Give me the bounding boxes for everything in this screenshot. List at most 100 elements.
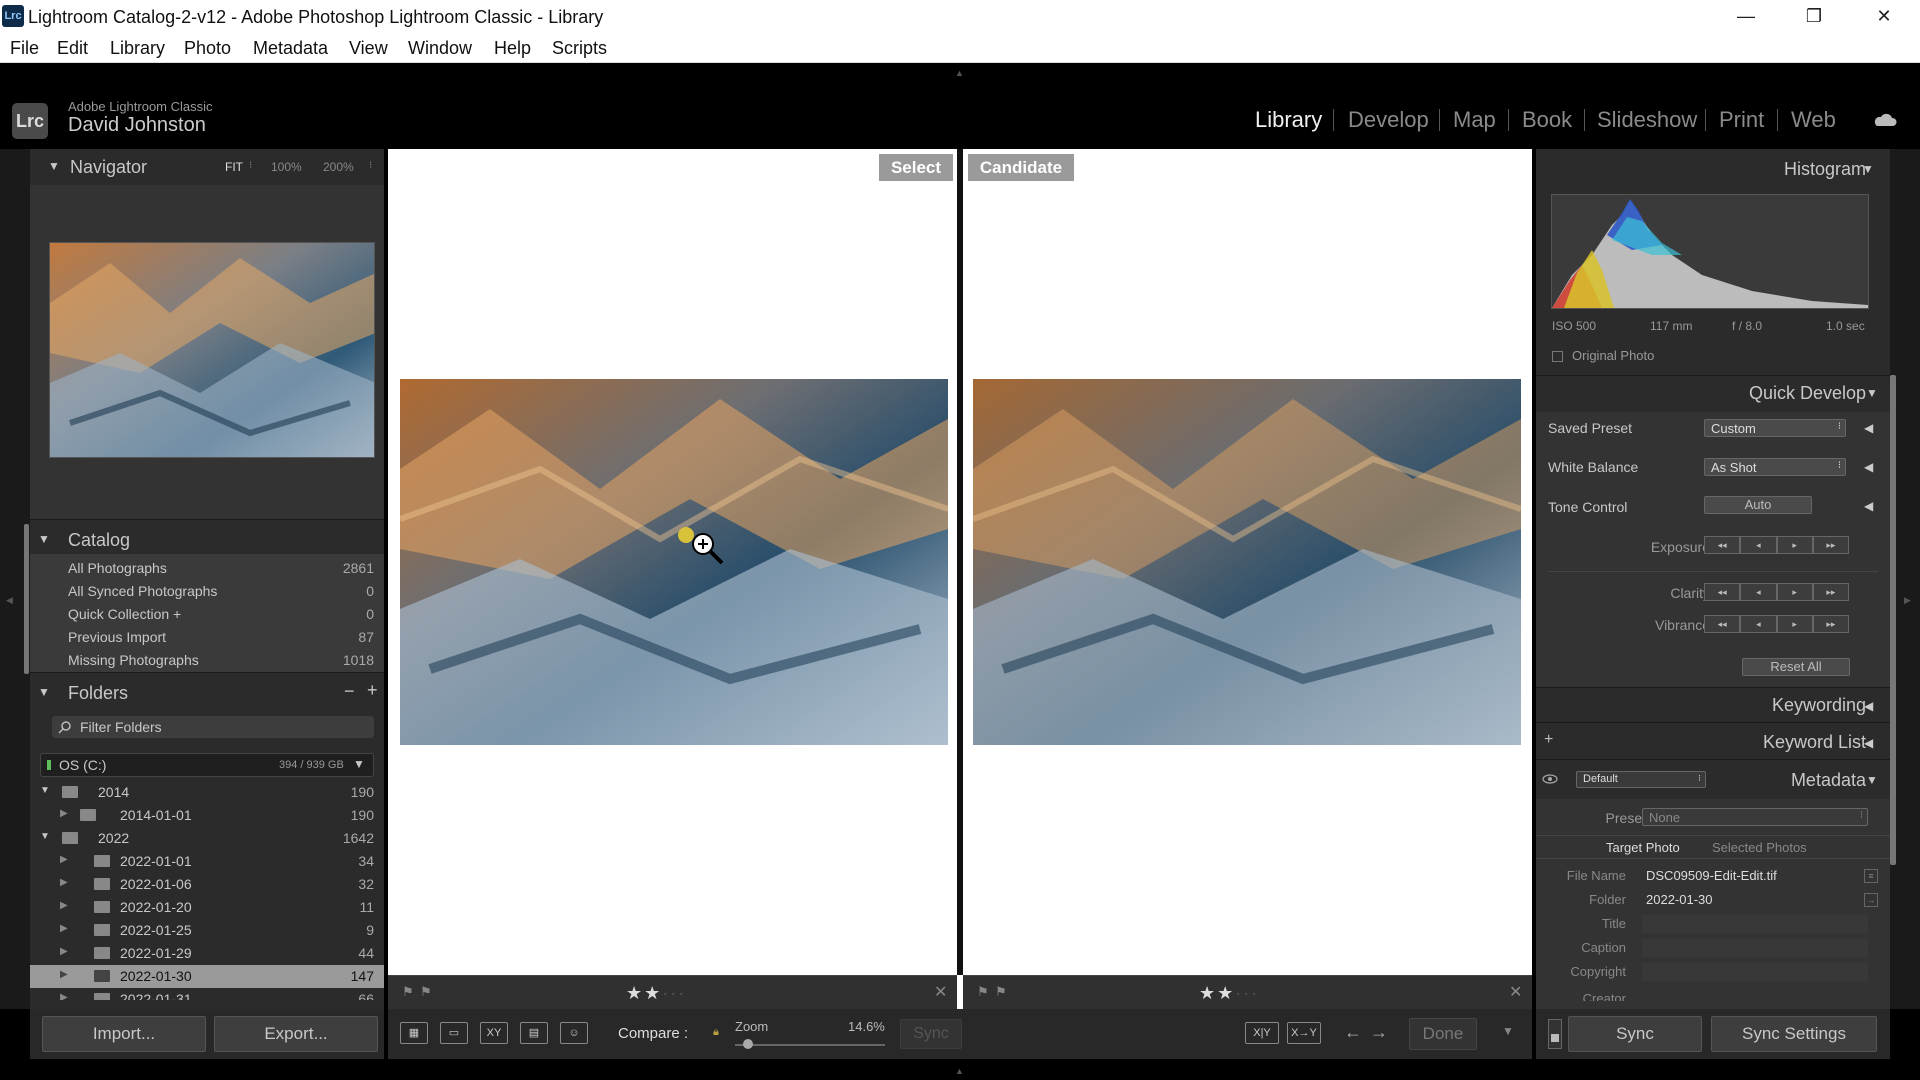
- folder-action-icon[interactable]: →: [1864, 893, 1878, 907]
- volume-menu-icon[interactable]: ▼: [353, 757, 365, 771]
- done-button[interactable]: Done: [1409, 1018, 1477, 1050]
- cloud-icon[interactable]: [1873, 111, 1897, 127]
- histogram-graph[interactable]: [1551, 194, 1869, 309]
- menu-metadata[interactable]: Metadata: [253, 38, 328, 59]
- menu-view[interactable]: View: [349, 38, 388, 59]
- white-balance-dropdown[interactable]: As Shot ⁝: [1704, 458, 1846, 476]
- flag-icon[interactable]: ⚑: [977, 984, 989, 1000]
- caption-field[interactable]: [1642, 939, 1868, 957]
- saved-preset-expand-icon[interactable]: ◀: [1864, 421, 1873, 435]
- filmstrip-toggle-icon[interactable]: ▲: [955, 1066, 964, 1076]
- eye-icon[interactable]: [1542, 773, 1558, 785]
- saved-preset-dropdown[interactable]: Custom ⁝: [1704, 419, 1846, 437]
- sync-settings-button[interactable]: Sync Settings: [1711, 1016, 1877, 1052]
- auto-sync-toggle[interactable]: [1548, 1019, 1562, 1049]
- navigator-header[interactable]: ▼ Navigator FIT ⁝ 100% 200% ⁝: [30, 149, 384, 185]
- tab-selected-photos[interactable]: Selected Photos: [1712, 840, 1807, 855]
- menu-library[interactable]: Library: [110, 38, 165, 59]
- maximize-button[interactable]: ❐: [1780, 0, 1848, 34]
- add-folder-icon[interactable]: +: [367, 680, 378, 701]
- reject-flag-icon[interactable]: ⚑: [995, 984, 1007, 1000]
- quick-develop-title[interactable]: Quick Develop: [1749, 383, 1866, 404]
- module-map[interactable]: Map: [1453, 107, 1496, 133]
- filter-folders-input[interactable]: Filter Folders: [52, 716, 374, 738]
- metadata-view-dropdown[interactable]: Default ⁝: [1576, 771, 1706, 788]
- module-develop[interactable]: Develop: [1348, 107, 1429, 133]
- zoom-fit[interactable]: FIT: [225, 160, 243, 174]
- menu-edit[interactable]: Edit: [57, 38, 88, 59]
- module-web[interactable]: Web: [1791, 107, 1836, 133]
- menu-help[interactable]: Help: [494, 38, 531, 59]
- folder-row[interactable]: ▶ 2022-01-20 11: [30, 896, 384, 919]
- quick-develop-collapse-icon[interactable]: ▼: [1866, 386, 1878, 400]
- copyright-field[interactable]: [1642, 963, 1868, 981]
- grid-view-icon[interactable]: ▦: [400, 1022, 428, 1044]
- folders-header[interactable]: ▼ Folders − +: [30, 672, 384, 708]
- remove-folder-icon[interactable]: −: [344, 681, 355, 702]
- compare-view-icon[interactable]: XY: [480, 1022, 508, 1044]
- add-keyword-icon[interactable]: +: [1544, 731, 1553, 749]
- auto-tone-button[interactable]: Auto: [1704, 496, 1812, 514]
- reset-all-button[interactable]: Reset All: [1742, 658, 1850, 676]
- top-panel-toggle-icon[interactable]: ▲: [955, 68, 964, 78]
- file-name-action-icon[interactable]: ≡: [1864, 869, 1878, 883]
- folder-row[interactable]: ▶ 2014-01-01 190: [30, 804, 384, 827]
- module-slideshow[interactable]: Slideshow: [1597, 107, 1697, 133]
- select-photo[interactable]: [400, 379, 948, 745]
- catalog-item-quick-collection[interactable]: Quick Collection +0: [30, 603, 384, 626]
- menu-window[interactable]: Window: [408, 38, 472, 59]
- white-balance-expand-icon[interactable]: ◀: [1864, 460, 1873, 474]
- vibrance-stepper[interactable]: ◂◂ ◂ ▸ ▸▸: [1704, 615, 1849, 633]
- zoom-100[interactable]: 100%: [271, 160, 302, 174]
- make-select-icon[interactable]: X→Y: [1287, 1022, 1321, 1044]
- module-print[interactable]: Print: [1719, 107, 1764, 133]
- exposure-stepper[interactable]: ◂◂ ◂ ▸ ▸▸: [1704, 536, 1849, 554]
- keywording-title[interactable]: Keywording: [1772, 695, 1866, 716]
- title-field[interactable]: [1642, 915, 1868, 933]
- right-scrollbar[interactable]: [1890, 375, 1896, 865]
- clarity-stepper[interactable]: ◂◂ ◂ ▸ ▸▸: [1704, 583, 1849, 601]
- volume-os-c[interactable]: OS (C:) 394 / 939 GB ▼: [40, 753, 374, 777]
- import-button[interactable]: Import...: [42, 1016, 206, 1052]
- flag-icon[interactable]: ⚑: [402, 984, 414, 1000]
- folder-row[interactable]: ▶ 2022-01-31 66: [30, 988, 384, 1000]
- folders-collapse-icon[interactable]: ▼: [38, 685, 50, 699]
- module-library[interactable]: Library: [1255, 107, 1322, 133]
- catalog-item-all-photographs[interactable]: All Photographs 2861: [30, 557, 384, 580]
- select-close-icon[interactable]: ✕: [934, 982, 947, 1002]
- metadata-collapse-icon[interactable]: ▼: [1866, 773, 1878, 787]
- catalog-item-missing[interactable]: Missing Photographs 1018: [30, 649, 384, 672]
- zoom-slider-track[interactable]: [735, 1044, 885, 1046]
- navigator-collapse-icon[interactable]: ▼: [48, 159, 60, 173]
- people-view-icon[interactable]: ☺: [560, 1022, 588, 1044]
- candidate-rating-stars[interactable]: ★★···: [1199, 983, 1259, 1004]
- keyword-list-expand-icon[interactable]: ◀: [1864, 736, 1873, 750]
- swap-icon[interactable]: X|Y: [1245, 1022, 1279, 1044]
- file-name-value[interactable]: DSC09509-Edit-Edit.tif: [1646, 868, 1777, 883]
- catalog-item-previous-import[interactable]: Previous Import 87: [30, 626, 384, 649]
- folder-row[interactable]: ▶ 2022-01-25 9: [30, 919, 384, 942]
- catalog-item-all-synced[interactable]: All Synced Photographs 0: [30, 580, 384, 603]
- reject-flag-icon[interactable]: ⚑: [420, 984, 432, 1000]
- keywording-expand-icon[interactable]: ◀: [1864, 699, 1873, 713]
- folder-row[interactable]: ▶ 2022-01-29 44: [30, 942, 384, 965]
- histogram-collapse-icon[interactable]: ▼: [1862, 162, 1874, 176]
- toolbar-menu-icon[interactable]: ▼: [1502, 1024, 1514, 1038]
- folder-row[interactable]: ▶ 2022-01-01 34: [30, 850, 384, 873]
- minimize-button[interactable]: —: [1712, 0, 1780, 34]
- zoom-200[interactable]: 200%: [323, 160, 354, 174]
- menu-scripts[interactable]: Scripts: [552, 38, 607, 59]
- left-panel-toggle-icon[interactable]: ◀: [6, 595, 13, 606]
- zoom-slider-handle[interactable]: [743, 1039, 753, 1049]
- catalog-header[interactable]: ▼ Catalog: [30, 519, 384, 555]
- previous-photo-icon[interactable]: ←: [1344, 1022, 1362, 1043]
- tone-control-expand-icon[interactable]: ◀: [1864, 499, 1873, 513]
- navigator-thumbnail[interactable]: [49, 242, 375, 458]
- folder-row[interactable]: ▶ 2022-01-06 32: [30, 873, 384, 896]
- next-photo-icon[interactable]: →: [1370, 1022, 1388, 1043]
- right-panel-toggle-icon[interactable]: ▶: [1904, 595, 1911, 606]
- sync-metadata-button[interactable]: Sync: [1568, 1016, 1702, 1052]
- sync-button-disabled[interactable]: Sync: [900, 1019, 962, 1049]
- folder-row-selected[interactable]: ▶ 2022-01-30 147: [30, 965, 384, 988]
- menu-file[interactable]: File: [10, 38, 39, 59]
